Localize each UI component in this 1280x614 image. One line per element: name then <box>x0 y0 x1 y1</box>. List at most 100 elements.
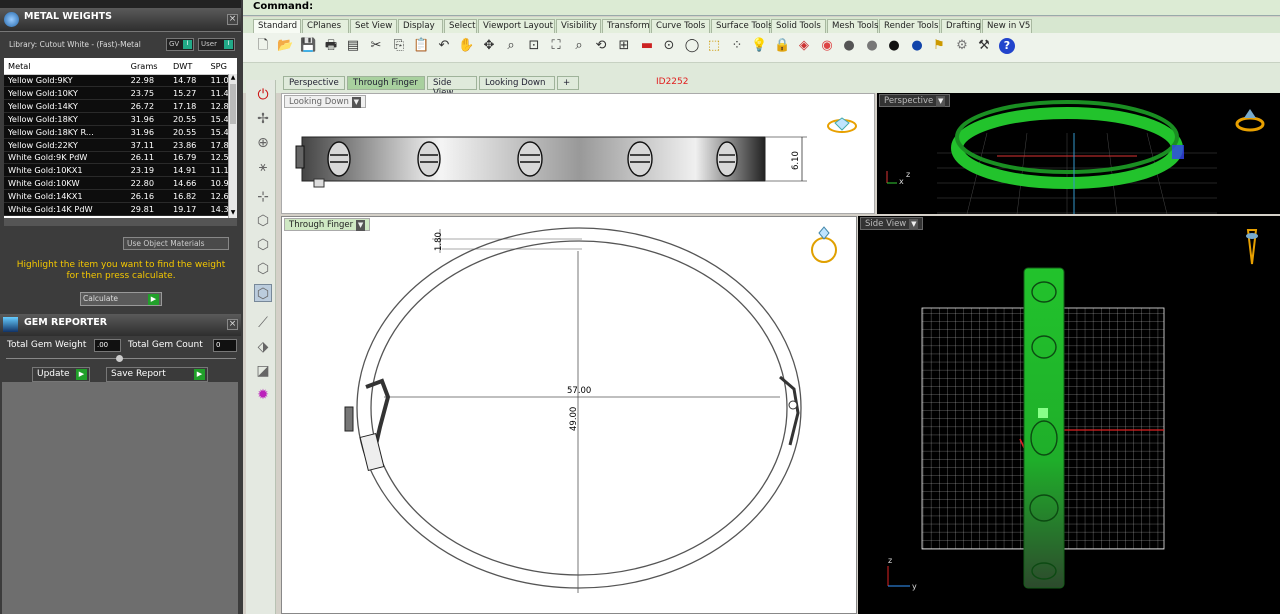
undo-icon[interactable]: ↶ <box>436 38 452 54</box>
scroll-thumb[interactable] <box>230 84 236 124</box>
paste-icon[interactable]: 📋 <box>413 38 429 54</box>
through-finger-viewport[interactable]: Through Finger ▼ 1.80 57.00 49.00 <box>281 216 857 614</box>
metal-row[interactable]: White Gold:9K PdW 26.11 16.79 12.59 <box>4 151 237 165</box>
command-bar[interactable]: Command: <box>243 0 1280 16</box>
right-view-cube-icon[interactable]: ⬡ <box>254 260 272 278</box>
copy-icon[interactable]: ⎘ <box>391 38 407 54</box>
column-header[interactable]: SPG <box>206 58 237 75</box>
open-file-icon[interactable]: 📂 <box>277 38 293 54</box>
viewport-tab[interactable]: Through Finger <box>347 76 425 90</box>
metal-row[interactable]: White Gold:14K PdW 29.81 19.17 14.37 <box>4 202 237 216</box>
perspective-viewport[interactable]: Perspective ▼ z x <box>877 93 1280 214</box>
flag-icon[interactable]: ⚑ <box>931 38 947 54</box>
metal-table-scrollbar[interactable]: ▲ ▼ <box>228 74 237 218</box>
toolbar-tab[interactable]: Mesh Tools <box>827 19 879 34</box>
metal-row[interactable]: Yellow Gold:18KY R... 31.96 20.55 15.41 <box>4 125 237 139</box>
toolbar-tab[interactable]: Standard <box>253 19 301 34</box>
wireframe-sphere-icon[interactable]: ● <box>841 38 857 54</box>
zoom-extents-icon[interactable]: ⛶ <box>548 38 564 54</box>
rotate-view-icon[interactable]: ✥ <box>481 38 497 54</box>
column-header[interactable]: DWT <box>168 58 207 75</box>
metal-row[interactable]: White Gold:14KX1 26.16 16.82 12.61 <box>4 189 237 203</box>
metal-row[interactable]: White Gold:10KX1 23.19 14.91 11.18 <box>4 163 237 178</box>
settings-gear-icon[interactable]: ✹ <box>254 386 272 404</box>
car-icon[interactable]: ▬ <box>639 38 655 54</box>
new-file-icon[interactable]: 🗋 <box>255 38 271 54</box>
front-view-cube-icon[interactable]: ⬡ <box>254 236 272 254</box>
metal-row[interactable]: Yellow Gold:18KY 31.96 20.55 15.41 <box>4 112 237 126</box>
save-report-button[interactable]: Save Report ▶ <box>106 367 208 382</box>
user-select[interactable]: User I <box>198 38 235 51</box>
help-icon[interactable]: ? <box>999 38 1015 54</box>
metal-row[interactable]: White Gold:10KW 22.80 14.66 10.99 <box>4 176 237 191</box>
toolbar-tab[interactable]: Transform <box>602 19 650 34</box>
column-header[interactable]: Metal <box>4 58 127 75</box>
update-button[interactable]: Update ▶ <box>32 367 90 382</box>
gem-slider-thumb[interactable] <box>116 355 123 362</box>
snapshot-icon[interactable]: ⬗ <box>254 338 272 356</box>
rendered-sphere-icon[interactable]: ● <box>886 38 902 54</box>
calculate-button[interactable]: Calculate ▶ <box>80 292 162 306</box>
point-icon[interactable]: ⊙ <box>661 38 677 54</box>
properties-icon[interactable]: ▤ <box>345 38 361 54</box>
viewport-tab[interactable]: + <box>557 76 579 90</box>
toolbar-tab[interactable]: Render Tools <box>879 19 940 34</box>
gumball-icon[interactable]: ⚹ <box>254 158 272 176</box>
print-icon[interactable]: 🖶 <box>323 38 339 54</box>
toolbar-tab[interactable]: Curve Tools <box>651 19 710 34</box>
viewport-tab[interactable]: Side View <box>427 76 477 98</box>
toolbar-tab[interactable]: Viewport Layout <box>478 19 555 34</box>
toolbar-tab[interactable]: Set View <box>350 19 397 34</box>
zoom-icon[interactable]: ⌕ <box>503 38 519 54</box>
toolbar-tab[interactable]: CPlanes <box>302 19 349 34</box>
lock-icon[interactable]: 🔒 <box>774 38 790 54</box>
zoom-window-icon[interactable]: ⊡ <box>526 38 542 54</box>
metal-row[interactable]: Yellow Gold:9KY 22.98 14.78 11.08 <box>4 74 237 88</box>
layer-icon[interactable]: ◈ <box>796 38 812 54</box>
cut-icon[interactable]: ✂ <box>368 38 384 54</box>
toolbar-tab[interactable]: Drafting <box>941 19 981 34</box>
side-view-viewport[interactable]: Side View ▼ z y <box>858 216 1280 614</box>
column-header[interactable]: Grams <box>126 58 169 75</box>
viewport-tab[interactable]: Perspective <box>283 76 345 90</box>
cplane-icon[interactable]: ⊹ <box>254 188 272 206</box>
globe-icon[interactable]: ⊕ <box>254 134 272 152</box>
close-icon[interactable]: × <box>227 319 238 330</box>
perspective-cube-icon[interactable]: ⬡ <box>254 284 272 302</box>
total-gem-weight-field[interactable]: .00 <box>94 339 121 352</box>
table-hscroll[interactable] <box>4 218 237 226</box>
scroll-up-icon[interactable]: ▲ <box>229 74 237 83</box>
light-bulb-icon[interactable]: 💡 <box>751 38 767 54</box>
viewport-tab[interactable]: Looking Down <box>479 76 555 90</box>
toolbar-tab[interactable]: Display <box>398 19 443 34</box>
metal-row[interactable]: Yellow Gold:14KY 26.72 17.18 12.88 <box>4 99 237 114</box>
four-view-icon[interactable]: ⊞ <box>616 38 632 54</box>
axis-icon[interactable]: ✢ <box>254 110 272 128</box>
toolbar-tab[interactable]: Solid Tools <box>771 19 826 34</box>
looking-down-viewport[interactable]: Looking Down ▼ 6.10 <box>281 93 875 214</box>
circle-icon[interactable]: ◯ <box>684 38 700 54</box>
measure-icon[interactable]: ⟋ <box>254 314 272 332</box>
toolbar-tab[interactable]: New in V5 <box>982 19 1032 34</box>
top-view-cube-icon[interactable]: ⬡ <box>254 212 272 230</box>
options-gear-icon[interactable]: ⚙ <box>954 38 970 54</box>
units-select[interactable]: GV I <box>166 38 194 51</box>
close-icon[interactable]: × <box>227 14 238 25</box>
scroll-down-icon[interactable]: ▼ <box>229 209 237 218</box>
toolbar-tab[interactable]: Surface Tools <box>711 19 773 34</box>
grid-icon[interactable]: ⁘ <box>729 38 745 54</box>
pan-icon[interactable]: ✋ <box>458 38 474 54</box>
metal-row[interactable]: Yellow Gold:10KY 23.75 15.27 11.45 <box>4 86 237 101</box>
undo-view-icon[interactable]: ⟲ <box>593 38 609 54</box>
metal-row[interactable]: Yellow Gold:22KY 37.11 23.86 17.89 <box>4 138 237 152</box>
use-object-materials-checkbox[interactable]: Use Object Materials <box>123 237 229 250</box>
select-filter-icon[interactable]: ⬚ <box>706 38 722 54</box>
match-properties-icon[interactable]: ◪ <box>254 362 272 380</box>
save-icon[interactable]: 💾 <box>300 38 316 54</box>
render-icon[interactable]: ● <box>909 38 925 54</box>
color-wheel-icon[interactable]: ◉ <box>819 38 835 54</box>
total-gem-count-field[interactable]: 0 <box>213 339 237 352</box>
zoom-selected-icon[interactable]: ⌕ <box>571 38 587 54</box>
toolbar-tab[interactable]: Select <box>444 19 477 34</box>
toolbar-tab[interactable]: Visibility <box>556 19 601 34</box>
